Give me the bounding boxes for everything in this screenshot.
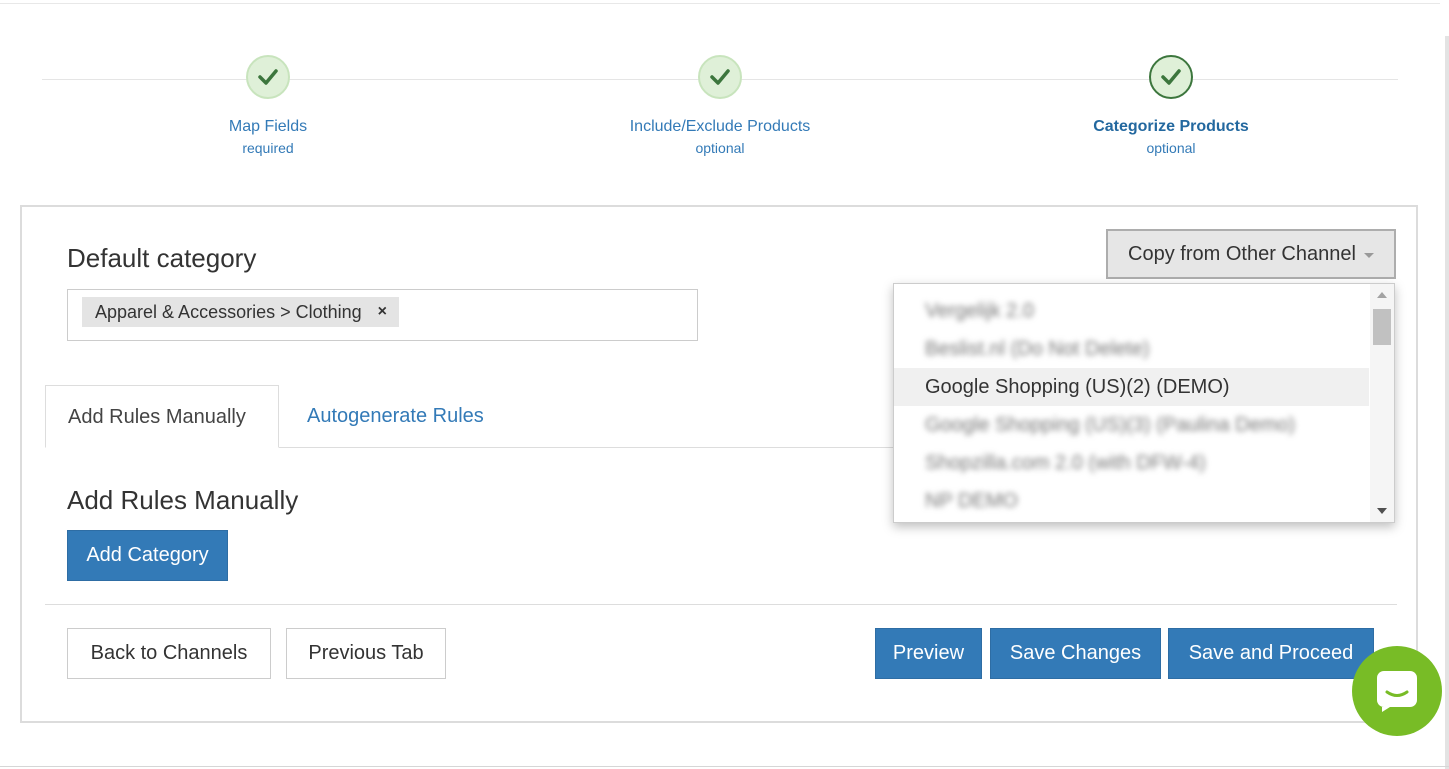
caret-down-icon — [1363, 253, 1374, 258]
wizard-step-categorize[interactable]: Categorize Products optional — [1041, 55, 1301, 157]
channel-dropdown-list[interactable]: Vergelijk 2.0 Beslist.nl (Do Not Delete)… — [893, 283, 1395, 523]
rules-tabs: Add Rules Manually Autogenerate Rules — [45, 385, 895, 448]
save-changes-button[interactable]: Save Changes — [990, 628, 1161, 679]
step-complete-circle — [246, 55, 290, 99]
tab-autogenerate-rules[interactable]: Autogenerate Rules — [285, 385, 506, 447]
chat-launcher-button[interactable] — [1352, 646, 1442, 736]
dropdown-option[interactable]: Vergelijk 2.0 — [894, 292, 1369, 330]
check-icon — [1161, 69, 1181, 85]
add-rules-heading: Add Rules Manually — [67, 485, 299, 515]
check-icon — [710, 69, 730, 85]
default-category-heading: Default category — [67, 243, 257, 273]
step-label: Map Fields — [228, 118, 308, 135]
dropdown-option[interactable]: Google Shopping (US)(3) (Paulina Demo) — [894, 406, 1369, 444]
step-active-circle — [1149, 55, 1193, 99]
preview-button[interactable]: Preview — [875, 628, 982, 679]
previous-tab-button[interactable]: Previous Tab — [286, 628, 446, 679]
check-icon — [258, 69, 278, 85]
wizard-step-include-exclude[interactable]: Include/Exclude Products optional — [590, 55, 850, 157]
dropdown-scrollbar[interactable] — [1370, 284, 1394, 522]
page-scrollbar[interactable] — [1445, 36, 1449, 769]
dropdown-option[interactable]: NP DEMO — [894, 482, 1369, 520]
category-tag-label: Apparel & Accessories > Clothing — [95, 302, 362, 322]
wizard-steps: Map Fields required Include/Exclude Prod… — [42, 55, 1398, 165]
copy-button-label: Copy from Other Channel — [1128, 242, 1356, 265]
scroll-down-icon[interactable] — [1377, 508, 1387, 514]
step-label: Categorize Products — [1093, 118, 1249, 135]
scroll-up-icon[interactable] — [1377, 292, 1387, 298]
dropdown-option[interactable]: Beslist.nl (Do Not Delete) — [894, 330, 1369, 368]
step-label: Include/Exclude Products — [629, 118, 811, 135]
bottom-border — [0, 766, 1449, 767]
divider — [45, 604, 1397, 605]
remove-tag-icon[interactable]: × — [378, 297, 387, 327]
step-complete-circle — [698, 55, 742, 99]
step-sub-label: required — [242, 140, 294, 156]
dropdown-option-highlighted[interactable]: Google Shopping (US)(2) (DEMO) — [894, 368, 1369, 406]
chat-icon — [1377, 671, 1417, 712]
dropdown-option[interactable]: Shopzilla.com 2.0 (with DFW-4) — [894, 444, 1369, 482]
save-and-proceed-button[interactable]: Save and Proceed — [1168, 628, 1374, 679]
top-border — [0, 3, 1440, 4]
step-sub-label: optional — [695, 140, 745, 156]
wizard-step-map-fields[interactable]: Map Fields required — [138, 55, 398, 157]
step-sub-label: optional — [1146, 140, 1196, 156]
tab-add-rules-manually[interactable]: Add Rules Manually — [45, 385, 279, 448]
copy-from-other-channel-button[interactable]: Copy from Other Channel — [1106, 229, 1396, 279]
default-category-select[interactable]: Apparel & Accessories > Clothing × — [67, 289, 698, 341]
add-category-button[interactable]: Add Category — [67, 530, 228, 581]
scrollbar-thumb[interactable] — [1373, 309, 1391, 345]
back-to-channels-button[interactable]: Back to Channels — [67, 628, 271, 679]
category-tag: Apparel & Accessories > Clothing × — [82, 297, 399, 327]
